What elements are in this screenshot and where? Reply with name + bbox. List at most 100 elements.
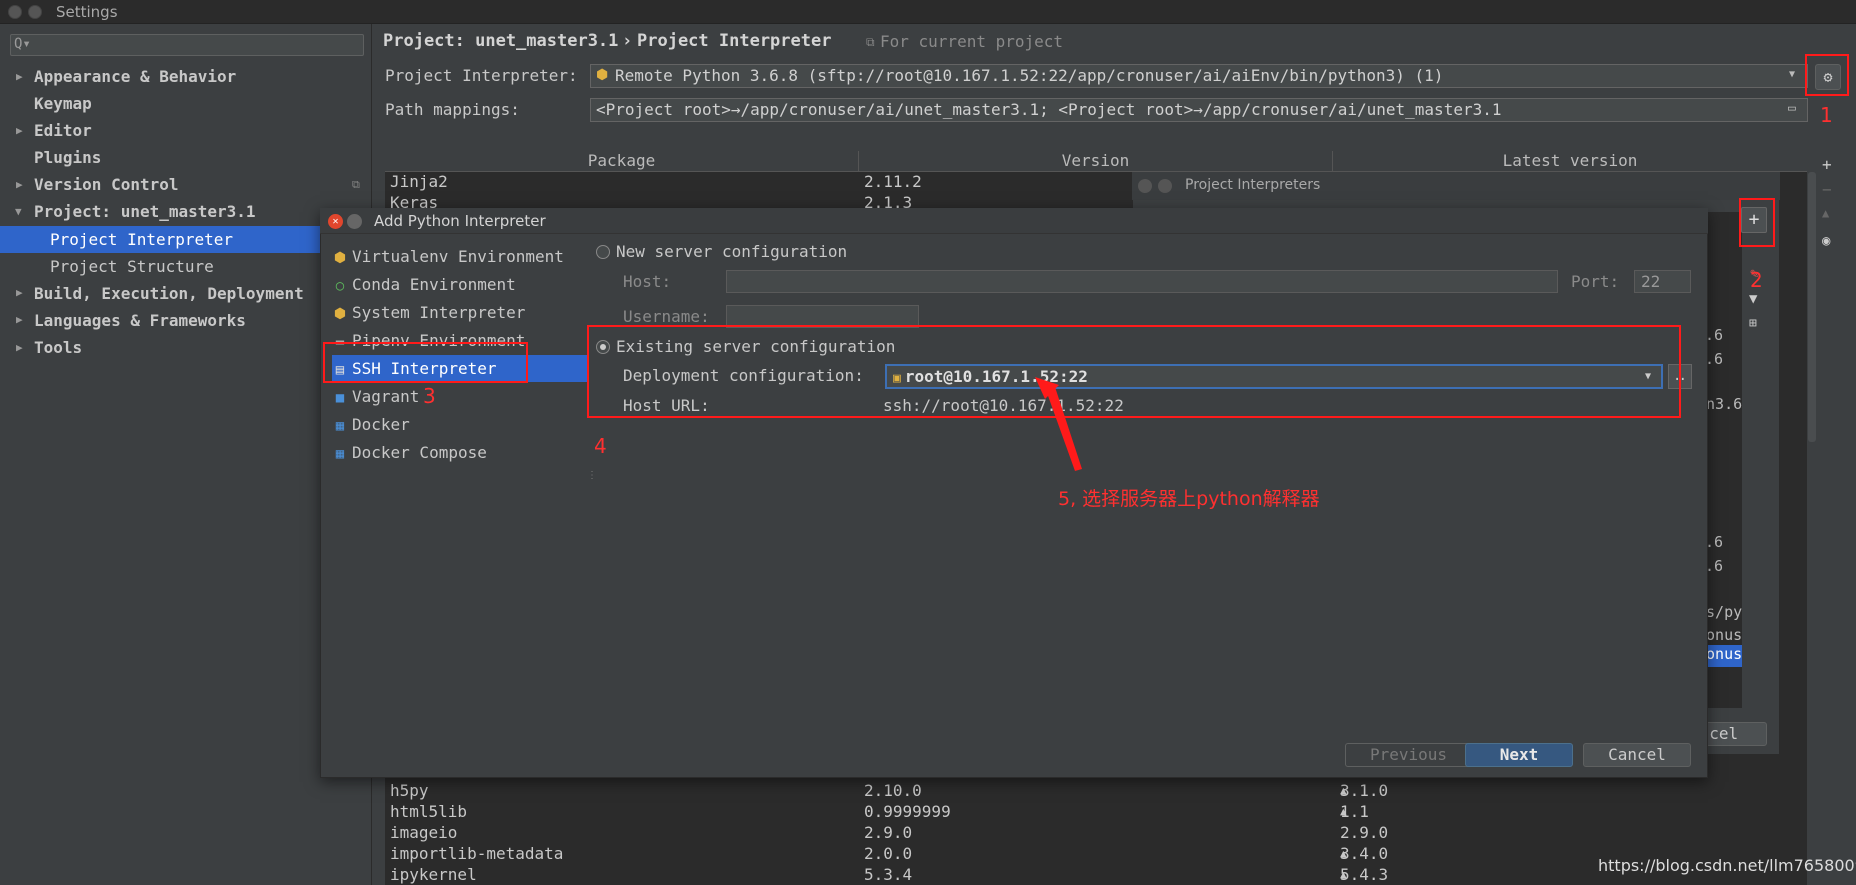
package-version: 2.10.0 [864,781,922,800]
remove-package-icon[interactable]: − [1822,180,1832,199]
expand-arrow-icon[interactable]: ▶ [16,70,23,83]
port-input[interactable]: 22 [1634,270,1691,293]
vagrant-icon: ■ [335,390,345,406]
close-icon[interactable]: ✕ [328,214,343,229]
sidebar-item-project[interactable]: Project: unet_master3.1 [34,198,256,225]
python-icon: ⬢ [333,250,347,266]
window-close-button[interactable] [8,5,22,19]
upgrade-package-icon[interactable]: ▲ [1822,206,1829,220]
cancel-button[interactable]: Cancel [1583,743,1691,767]
package-name: importlib-metadata [390,844,564,863]
new-server-radio[interactable] [596,245,610,259]
table-row[interactable]: ipykernel 5.3.4 ▲ 5.4.3 [385,864,1807,885]
env-type-label: Docker Compose [352,443,487,462]
interpreter-label: Project Interpreter: [385,66,578,85]
window-titlebar [0,0,1856,24]
conda-icon: ○ [335,278,345,294]
env-type-docker-compose[interactable]: ▦ Docker Compose [332,439,587,466]
username-label: Username: [623,307,710,326]
copy-icon: ⧉ [866,35,875,49]
breadcrumb-project: Project: unet_master3.1 [383,31,619,51]
env-type-system[interactable]: ⬢ System Interpreter [332,299,587,326]
column-header-version[interactable]: Version [859,151,1333,171]
next-button[interactable]: Next [1465,743,1573,767]
annotation-box-2 [1739,198,1775,247]
host-label: Host: [623,272,672,291]
path-mappings-label: Path mappings: [385,100,520,119]
breadcrumb-separator: › [622,31,633,51]
sidebar-item-project-interpreter[interactable]: Project Interpreter [50,226,233,253]
expand-arrow-icon[interactable]: ▶ [16,286,23,299]
package-version: 0.9999999 [864,802,951,821]
breadcrumb-scope: For current project [880,32,1064,51]
eye-icon[interactable]: ◉ [1822,233,1830,249]
port-label: Port: [1571,272,1620,291]
env-type-virtualenv[interactable]: ⬢ Virtualenv Environment [332,243,587,270]
column-header-latest[interactable]: Latest version [1333,151,1807,171]
dialog-minimize-button[interactable] [1158,179,1172,193]
sidebar-item-tools[interactable]: Tools [34,334,82,361]
sidebar-item-editor[interactable]: Editor [34,117,92,144]
package-latest: 5.4.3 [1340,865,1389,884]
search-icon: Q▾ [14,36,31,52]
column-header-package[interactable]: Package [385,151,859,171]
package-name: Jinja2 [390,172,448,191]
interpreter-list-toolbar [1746,265,1770,709]
window-title: Settings [56,3,118,21]
dialog-minimize-button[interactable] [347,214,362,229]
interpreter-select[interactable]: Remote Python 3.6.8 (sftp://root@10.167.… [590,64,1808,88]
sidebar-item-keymap[interactable]: Keymap [34,90,92,117]
table-row[interactable]: imageio 2.9.0 2.9.0 [385,822,1807,843]
add-interpreter-title: Add Python Interpreter [374,212,546,230]
sidebar-item-plugins[interactable]: Plugins [34,144,101,171]
annotation-number-3: 3 [423,384,436,408]
table-row[interactable]: importlib-metadata 2.0.0 ▲ 3.4.0 [385,843,1807,864]
previous-button[interactable]: Previous [1345,743,1472,767]
filter-icon[interactable]: ▼ [1749,291,1757,307]
sidebar-item-version-control[interactable]: Version Control [34,171,179,198]
sidebar-item-appearance[interactable]: Appearance & Behavior [34,63,236,90]
vertical-scrollbar[interactable] [1808,172,1816,442]
table-row[interactable]: h5py 2.10.0 ▲ 3.1.0 [385,780,1807,801]
env-type-label: Conda Environment [352,275,516,294]
annotation-note-5: 5, 选择服务器上python解释器 [1058,488,1320,510]
env-type-docker[interactable]: ▦ Docker [332,411,587,438]
annotation-number-2: 2 [1750,268,1763,292]
watermark: https://blog.csdn.net/llm765800916 [1598,856,1856,875]
dialog-close-button[interactable] [1138,179,1152,193]
sidebar-item-languages[interactable]: Languages & Frameworks [34,307,246,334]
package-version: 2.11.2 [864,172,922,191]
expand-arrow-icon[interactable]: ▶ [16,313,23,326]
package-latest: 1.1 [1340,802,1369,821]
env-type-vagrant[interactable]: ■ Vagrant [332,383,587,410]
docker-icon: ▦ [335,446,345,462]
splitter-handle[interactable]: ⋮ [587,470,597,481]
host-input[interactable] [726,270,1558,293]
path-mappings-field[interactable]: <Project root>→/app/cronuser/ai/unet_mas… [590,98,1808,122]
collapse-arrow-icon[interactable]: ▼ [15,205,22,218]
new-server-label: New server configuration [616,242,848,261]
annotation-box-4 [587,325,1681,418]
expand-arrow-icon[interactable]: ▶ [16,178,23,191]
folder-icon[interactable]: ▭ [1788,101,1796,116]
package-name: h5py [390,781,429,800]
env-type-conda[interactable]: ○ Conda Environment [332,271,587,298]
env-type-label: System Interpreter [352,303,526,322]
settings-search-input[interactable] [10,34,364,56]
env-type-label: Vagrant [352,387,420,406]
package-version: 2.9.0 [864,823,913,842]
package-name: ipykernel [390,865,477,884]
python-icon: ⬢ [596,67,609,83]
sidebar-item-build[interactable]: Build, Execution, Deployment [34,280,304,307]
path-mappings-value: <Project root>→/app/cronuser/ai/unet_mas… [596,100,1502,119]
chevron-down-icon[interactable]: ▼ [1789,69,1795,80]
docker-icon: ▦ [335,418,345,434]
annotation-box-1 [1805,54,1849,96]
expand-arrow-icon[interactable]: ▶ [16,124,23,137]
tree-icon[interactable]: ⊞ [1749,316,1757,331]
window-minimize-button[interactable] [28,5,42,19]
expand-arrow-icon[interactable]: ▶ [16,341,23,354]
table-row[interactable]: html5lib 0.9999999 ▲ 1.1 [385,801,1807,822]
sidebar-item-project-structure[interactable]: Project Structure [50,253,214,280]
add-package-icon[interactable]: + [1822,155,1832,174]
